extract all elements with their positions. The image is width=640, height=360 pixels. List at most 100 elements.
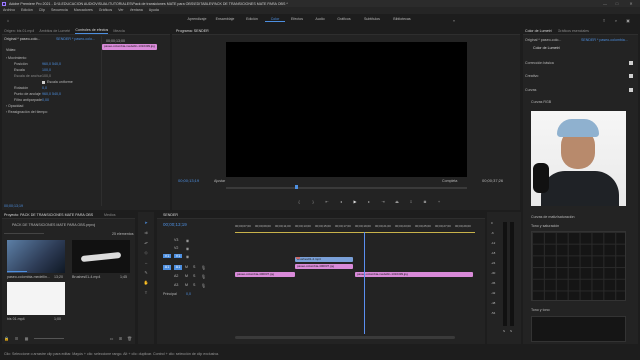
lift-icon[interactable]: ⏏ [394, 198, 400, 204]
project-item-name-1[interactable]: paseo-colombia-medellin... [7, 275, 51, 279]
slip-tool-icon[interactable]: ↔ [142, 258, 150, 266]
menu-marcadores[interactable]: Marcadores [74, 8, 93, 12]
project-item-name-3[interactable]: bis 01.mp4 [7, 317, 37, 321]
master-clip-label[interactable]: Original * paseo-colo... [4, 37, 54, 41]
sequence-clip-label[interactable]: SENDER * paseo-colo... [56, 37, 102, 41]
step-back-icon[interactable]: ◂ [338, 198, 344, 204]
rgb-curves-label[interactable]: Curvas RGB [531, 100, 571, 104]
menu-secuencia[interactable]: Secuencia [51, 8, 68, 12]
type-tool-icon[interactable]: T [142, 288, 150, 296]
solo-button[interactable]: S [193, 274, 198, 278]
mark-out-icon[interactable]: } [310, 198, 316, 204]
trash-icon[interactable]: 🗑 [127, 336, 132, 341]
hue-sat-curves-label[interactable]: Curvas de matiz/saturación [531, 215, 611, 219]
menu-ventana[interactable]: Ventana [130, 8, 143, 12]
tab-audio-mixer[interactable]: Mezcla [113, 29, 124, 33]
export-icon[interactable]: ⇪ [600, 16, 608, 24]
timeline-playhead[interactable] [364, 232, 365, 334]
checkbox-curvas[interactable] [629, 88, 633, 92]
mic-icon[interactable]: 🎙 [201, 265, 206, 270]
tab-essential-graphics[interactable]: Gráficos esenciales [558, 29, 589, 33]
export-frame-icon[interactable]: ◙ [422, 198, 428, 204]
workspaces-menu-icon[interactable]: » [450, 16, 458, 24]
eye-icon[interactable]: ◉ [185, 254, 190, 259]
timeline-h-scrollbar[interactable] [235, 336, 455, 339]
menu-clip[interactable]: Clip [39, 8, 45, 12]
lumetri-sequence[interactable]: SENDER * paseo-colombia... [581, 38, 636, 42]
eye-icon[interactable]: ◉ [185, 238, 190, 243]
tab-lumetri-scopes[interactable]: Ámbitos de Lumetri [39, 29, 70, 33]
timeline-tc[interactable]: 00;00;13;19 [163, 222, 203, 227]
tab-lumetri-color[interactable]: Color de Lumetri [525, 29, 552, 33]
hand-tool-icon[interactable]: ✋ [142, 278, 150, 286]
workspace-color[interactable]: Color [265, 17, 285, 23]
tab-source[interactable]: Origen: bis 01.mp4 [4, 29, 34, 33]
mic-icon[interactable]: 🎙 [201, 274, 206, 279]
home-icon[interactable]: ⌂ [4, 16, 12, 24]
hue-vs-hue-curve-panel[interactable] [531, 316, 626, 342]
lumetri-master[interactable]: Original * paseo-colo... [525, 38, 579, 42]
section-creativo[interactable]: Creativo [525, 74, 595, 78]
program-quality-select[interactable]: Completa [442, 179, 466, 183]
program-fit-select[interactable]: Ajustar [214, 179, 236, 183]
close-icon[interactable]: ✕ [626, 0, 636, 7]
play-icon[interactable]: ▶ [352, 198, 358, 204]
new-item-icon[interactable]: ⊞ [118, 336, 123, 341]
maximize-icon[interactable]: □ [612, 0, 622, 7]
section-curvas[interactable]: Curvas [525, 88, 595, 92]
step-forward-icon[interactable]: ▸ [366, 198, 372, 204]
timeline-clip[interactable]: paseo-colombia-400037.jpg [235, 272, 295, 277]
program-tc-current[interactable]: 00;00;13;19 [178, 179, 208, 184]
new-bin-icon[interactable]: ▭ [109, 336, 114, 341]
solo-button[interactable]: S [193, 265, 198, 269]
minimize-icon[interactable]: — [600, 0, 610, 7]
project-item-name-2[interactable]: Brushes01-4.mp4 [72, 275, 112, 279]
project-search[interactable] [4, 229, 44, 234]
tab-sequence[interactable]: SENDER [163, 213, 178, 217]
track-select-tool-icon[interactable]: ⇉ [142, 228, 150, 236]
workspace-audio[interactable]: Audio [309, 17, 331, 22]
project-item-thumb-1[interactable] [7, 240, 65, 273]
mark-in-icon[interactable]: { [296, 198, 302, 204]
track-label-a2[interactable]: A2 [174, 274, 182, 278]
extract-icon[interactable]: ⇩ [408, 198, 414, 204]
zoom-slider[interactable] [34, 338, 64, 339]
workspace-edicion[interactable]: Edición [239, 17, 265, 22]
menu-graficos[interactable]: Gráficos [99, 8, 112, 12]
mic-icon[interactable]: 🎙 [201, 283, 206, 288]
row-reasignacion[interactable]: › Reasignación del tiempo [6, 109, 100, 115]
pen-tool-icon[interactable]: ✎ [142, 268, 150, 276]
program-scrub-bar[interactable] [226, 187, 467, 189]
track-label-a1[interactable]: A1 [174, 265, 182, 270]
mute-button[interactable]: M [185, 283, 190, 287]
notifications-icon[interactable]: ▣ [624, 16, 632, 24]
tab-project[interactable]: Proyecto: PACK DE TRANSICIONES MATE PARA… [4, 213, 94, 217]
track-label-v2[interactable]: V2 [174, 246, 182, 250]
section-correccion-basica[interactable]: Corrección básica [525, 61, 595, 65]
meter-solo-right[interactable]: S [510, 330, 514, 334]
menu-edicion[interactable]: Edición [21, 8, 33, 12]
project-item-thumb-3[interactable] [7, 282, 65, 315]
lock-icon[interactable]: 🔒 [4, 336, 9, 341]
go-to-out-icon[interactable]: ⇥ [380, 198, 386, 204]
icon-view-icon[interactable]: ▦ [24, 336, 29, 341]
ripple-tool-icon[interactable]: ⟛ [142, 238, 150, 246]
razor-tool-icon[interactable]: ◇ [142, 248, 150, 256]
mute-button[interactable]: M [185, 274, 190, 278]
mute-button[interactable]: M [185, 265, 190, 269]
tab-media[interactable]: Medios [104, 213, 116, 217]
menu-ver[interactable]: Ver [118, 8, 123, 12]
track-label-v3[interactable]: V3 [174, 238, 182, 242]
go-to-in-icon[interactable]: ⇤ [324, 198, 330, 204]
checkbox-creativo[interactable] [629, 74, 633, 78]
workspace-aprendizaje[interactable]: Aprendizaje [183, 17, 211, 22]
program-playhead[interactable] [295, 185, 298, 189]
meter-solo-left[interactable]: S [503, 330, 507, 334]
search-icon[interactable]: ⌕ [612, 16, 620, 24]
workspace-graficos[interactable]: Gráficos [331, 17, 357, 22]
workspace-subtitulos[interactable]: Subtítulos [357, 17, 387, 22]
timeline-clip[interactable]: paseo-colombia-medellin-1310499.jpg [355, 272, 473, 277]
checkbox-correccion[interactable] [629, 61, 633, 65]
work-area-bar[interactable] [235, 232, 475, 233]
menu-archivo[interactable]: Archivo [3, 8, 15, 12]
